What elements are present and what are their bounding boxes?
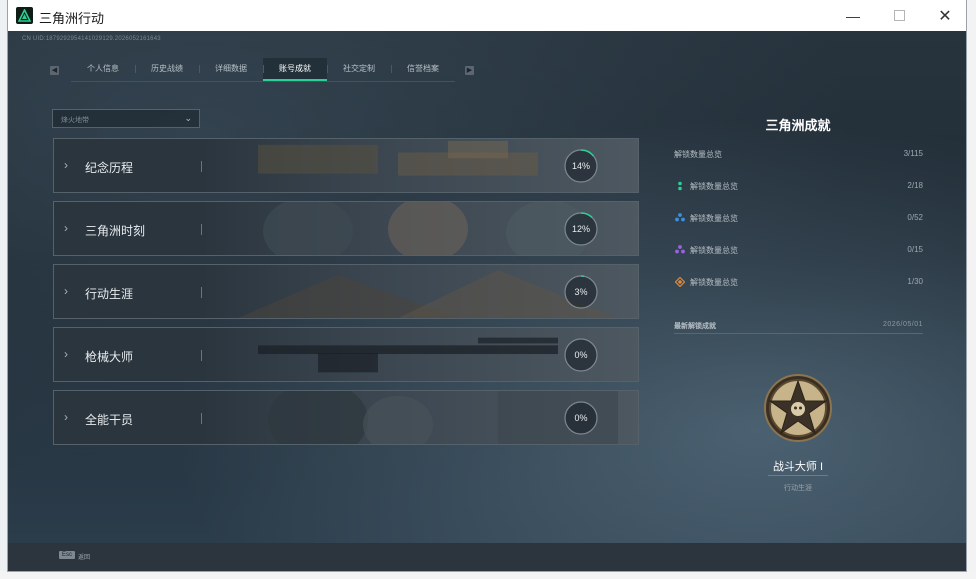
summary-total-value: 3/115 bbox=[903, 149, 923, 158]
app-logo-icon bbox=[16, 7, 33, 24]
summary-title: 三角洲成就 bbox=[765, 118, 831, 133]
tier-value: 0/15 bbox=[907, 245, 923, 254]
medal-category: 行动生涯 bbox=[784, 485, 812, 492]
tab-2[interactable]: 历史战绩 bbox=[135, 58, 199, 79]
achievement-category-row[interactable]: › 枪械大师 0% bbox=[53, 327, 639, 382]
category-name: 枪械大师 bbox=[85, 350, 134, 364]
summary-tier-row: 解锁数量总览 0/15 bbox=[674, 244, 923, 258]
tier-value: 1/30 bbox=[907, 277, 923, 286]
tier-label: 解锁数量总览 bbox=[690, 278, 738, 287]
medal-name: 战斗大师 I bbox=[772, 461, 824, 473]
category-divider bbox=[201, 161, 202, 172]
minimize-icon: — bbox=[846, 7, 860, 24]
close-button[interactable]: ✕ bbox=[922, 0, 968, 31]
tab-6[interactable]: 信誉档案 bbox=[391, 58, 455, 79]
chevron-right-icon: › bbox=[64, 410, 68, 424]
tab-prev-button[interactable]: ◀ bbox=[50, 65, 59, 75]
title-bar: 三角洲行动 — ✕ bbox=[8, 0, 966, 32]
summary-tier-row: 解锁数量总览 0/52 bbox=[674, 212, 923, 226]
uid-text: CN UID:1879292954141029129.2026052161643 bbox=[22, 36, 161, 42]
category-name: 纪念历程 bbox=[85, 161, 134, 175]
category-name: 全能干员 bbox=[85, 413, 134, 427]
tier-label: 解锁数量总览 bbox=[690, 214, 738, 223]
chevron-right-icon: › bbox=[64, 284, 68, 298]
category-divider bbox=[201, 224, 202, 235]
mode-filter-dropdown[interactable]: 烽火地带 ⌄ bbox=[52, 109, 200, 128]
latest-achievement-header: 最新解锁成就 2026/05/01 bbox=[674, 321, 923, 334]
tab-next-button[interactable]: ▶ bbox=[465, 65, 474, 75]
esc-key-badge[interactable]: Esc bbox=[59, 551, 76, 559]
summary-total-row: 解锁数量总览 3/115 bbox=[674, 148, 923, 162]
maximize-button[interactable] bbox=[876, 0, 922, 31]
latest-heading: 最新解锁成就 bbox=[674, 323, 716, 330]
category-divider bbox=[201, 287, 202, 298]
tab-3[interactable]: 详细数据 bbox=[199, 58, 263, 79]
achievement-category-row[interactable]: › 纪念历程 14% bbox=[53, 138, 639, 193]
purple-tier-icon bbox=[675, 245, 685, 254]
chevron-right-icon: › bbox=[64, 158, 68, 172]
medal-badge-icon[interactable] bbox=[764, 374, 832, 442]
chevron-down-icon: ⌄ bbox=[184, 113, 192, 123]
progress-percent: 0% bbox=[574, 413, 588, 423]
tier-label: 解锁数量总览 bbox=[690, 246, 738, 255]
achievement-category-row[interactable]: › 全能干员 0% bbox=[53, 390, 639, 445]
progress-percent: 0% bbox=[574, 350, 588, 360]
summary-total-label: 解锁数量总览 bbox=[674, 150, 722, 159]
category-name: 行动生涯 bbox=[85, 287, 134, 301]
window-title: 三角洲行动 bbox=[39, 11, 105, 26]
category-divider bbox=[201, 413, 202, 424]
tab-4[interactable]: 账号成就 bbox=[263, 58, 327, 81]
orange-tier-icon bbox=[675, 277, 685, 287]
footer-bar: Esc 返回 bbox=[8, 543, 966, 571]
mode-filter-value: 烽火地带 bbox=[61, 117, 89, 124]
tier-value: 2/18 bbox=[907, 181, 923, 190]
close-icon: ✕ bbox=[938, 7, 952, 25]
desktop-background-bottom bbox=[0, 571, 976, 579]
chevron-right-icon: › bbox=[64, 221, 68, 235]
progress-percent: 3% bbox=[574, 287, 588, 297]
medal-divider bbox=[768, 475, 828, 476]
tier-value: 0/52 bbox=[907, 213, 923, 222]
minimize-button[interactable]: — bbox=[830, 0, 876, 31]
tab-5[interactable]: 社交定制 bbox=[327, 58, 391, 79]
latest-date: 2026/05/01 bbox=[882, 321, 923, 328]
summary-tier-row: 解锁数量总览 1/30 bbox=[674, 276, 923, 290]
maximize-icon bbox=[893, 10, 905, 21]
progress-percent: 14% bbox=[571, 161, 590, 171]
achievement-category-row[interactable]: › 行动生涯 3% bbox=[53, 264, 639, 319]
back-label[interactable]: 返回 bbox=[78, 552, 90, 561]
blue-tier-icon bbox=[675, 213, 685, 222]
category-name: 三角洲时刻 bbox=[85, 224, 146, 238]
tab-1[interactable]: 个人信息 bbox=[71, 58, 135, 79]
main-content: CN UID:1879292954141029129.2026052161643… bbox=[8, 31, 966, 543]
green-tier-icon bbox=[678, 181, 682, 191]
achievement-category-list: › 纪念历程 14% › 三角洲时刻 12% › 行动生涯 3% › 枪械大师 0% › 全能干员 0% bbox=[53, 138, 639, 445]
app-window: 三角洲行动 — ✕ CN UID:1879292954141029129.202… bbox=[8, 0, 966, 571]
chevron-right-icon: › bbox=[64, 347, 68, 361]
tabs: 个人信息 历史战绩 详细数据 账号成就 社交定制 信誉档案 bbox=[71, 58, 455, 82]
summary-tier-row: 解锁数量总览 2/18 bbox=[674, 180, 923, 194]
desktop-background-left bbox=[0, 0, 8, 579]
category-divider bbox=[201, 350, 202, 361]
tab-bar: ◀ 个人信息 历史战绩 详细数据 账号成就 社交定制 信誉档案 ▶ bbox=[50, 58, 474, 82]
desktop-background-right bbox=[966, 0, 976, 579]
achievement-category-row[interactable]: › 三角洲时刻 12% bbox=[53, 201, 639, 256]
progress-percent: 12% bbox=[571, 224, 590, 234]
tier-label: 解锁数量总览 bbox=[690, 182, 738, 191]
